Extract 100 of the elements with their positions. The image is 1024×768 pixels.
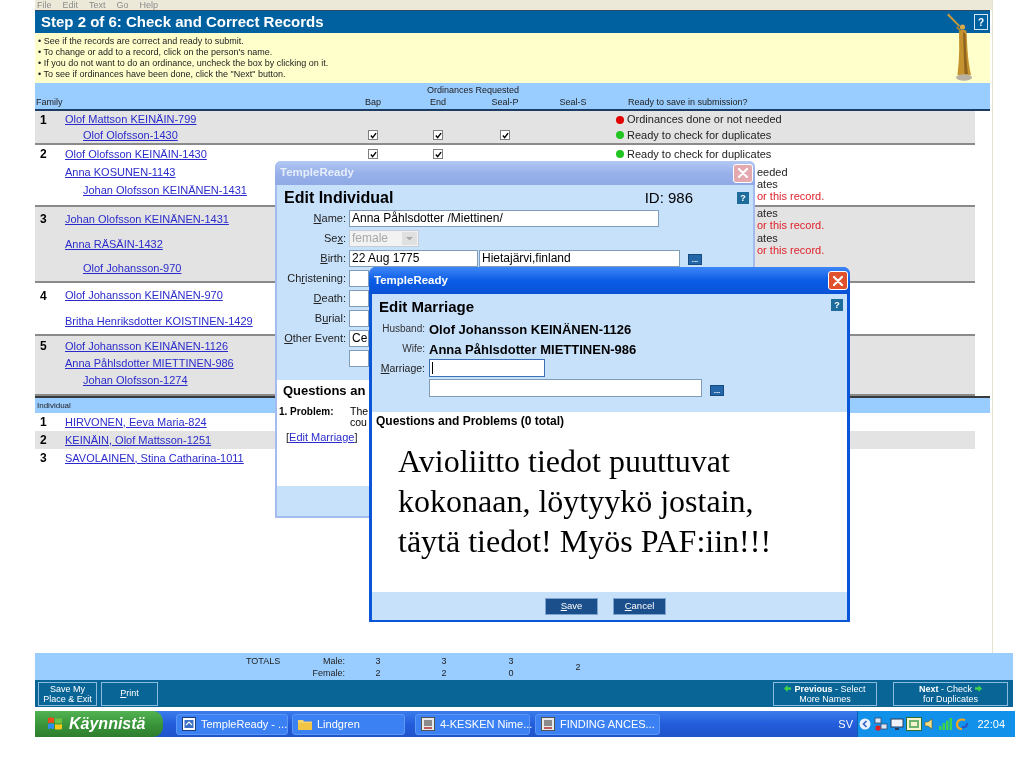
name-field[interactable]: Anna Påhlsdotter /Miettinen/	[349, 209, 659, 227]
checkmark-icon	[369, 150, 377, 158]
help-button[interactable]: ?	[974, 14, 988, 30]
previous-button[interactable]: Previous - Select More Names	[773, 681, 877, 706]
person-link[interactable]: Anna RÄSÄIN-1432	[65, 237, 163, 251]
taskbar-button[interactable]: 4-KESKEN Nime...	[415, 713, 530, 735]
chevron-icon[interactable]	[859, 718, 871, 730]
caret-down-icon	[402, 231, 417, 245]
row-number: 3	[40, 451, 47, 465]
dialog-heading: Edit Marriage	[379, 298, 475, 316]
checkmark-icon	[369, 131, 377, 139]
edit-marriage-link[interactable]: [Edit Marriage]	[286, 431, 358, 443]
monitor-icon[interactable]	[890, 717, 904, 731]
field-label: Death:	[313, 291, 346, 305]
folder-icon	[298, 718, 312, 730]
person-link[interactable]: Johan Olofsson-1274	[83, 374, 188, 387]
questions-heading: Questions an	[283, 383, 366, 399]
taskbar-button[interactable]: TempleReady - ...	[176, 713, 288, 735]
problem-label: 1. Problem:	[279, 406, 334, 419]
birth-place-field[interactable]: Hietajärvi,finland	[479, 249, 680, 267]
column-group-label: Ordinances Requested	[426, 85, 520, 96]
next-button[interactable]: Next - Check for Duplicates	[893, 681, 1008, 706]
browse-button[interactable]: ...	[710, 384, 724, 396]
field-label: Burial:	[314, 311, 346, 325]
close-button[interactable]	[828, 271, 848, 290]
app-tray-icon[interactable]	[906, 717, 922, 731]
status-text: ates	[757, 207, 779, 219]
person-link[interactable]: Olof Johansson KEINÄNEN-970	[65, 289, 223, 303]
field-label: Sex:	[323, 231, 346, 245]
event-field[interactable]	[349, 289, 369, 307]
person-link[interactable]: Johan Olofsson KEINÄNEN-1431	[65, 212, 229, 226]
checkbox[interactable]	[433, 130, 443, 141]
field-label: Wife:	[402, 343, 425, 355]
checkbox[interactable]	[368, 149, 378, 159]
checkmark-icon	[501, 131, 509, 139]
close-icon	[738, 168, 748, 178]
start-button[interactable]: Käynnistä	[35, 711, 163, 737]
event-field[interactable]	[349, 349, 369, 367]
person-link[interactable]: Olof Mattson KEINÄIN-799	[65, 113, 197, 127]
flag-icon	[47, 716, 63, 732]
column-header: Seal-S	[559, 97, 587, 108]
window-title: TempleReady	[280, 165, 354, 181]
field-label: Name:	[313, 211, 346, 225]
network-icon[interactable]	[874, 717, 888, 731]
person-link[interactable]: Britha Henriksdotter KOISTINEN-1429	[65, 314, 253, 328]
annotation-text: Avioliitto tiedot puuttuvat kokonaan, löytyykö jostain, täytä tiedot! Myös PAF:iin!!!	[398, 442, 772, 561]
taskbar-button[interactable]: FINDING ANCES...	[535, 713, 660, 735]
speaker-icon[interactable]	[924, 717, 936, 731]
document-icon	[421, 717, 435, 731]
help-button[interactable]: ?	[831, 299, 843, 311]
totals-label: TOTALS	[246, 655, 281, 667]
instruction-text: • If you do not want to do an ordinance, uncheck the box by clicking on it.	[38, 58, 329, 69]
status-text: Ready to check for duplicates	[627, 148, 772, 160]
person-link[interactable]: Olof Olofsson KEINÄIN-1430	[65, 147, 207, 161]
event-field[interactable]	[349, 309, 369, 327]
husband-name: Olof Johansson KEINÄNEN-1126	[429, 321, 632, 337]
close-icon	[833, 275, 843, 286]
help-button[interactable]: ?	[737, 192, 749, 204]
column-header: Ready to save in submission?	[628, 97, 748, 108]
person-link[interactable]: SAVOLAINEN, Stina Catharina-1011	[65, 451, 244, 465]
cancel-button[interactable]: Cancel	[613, 598, 666, 615]
checkmark-icon	[434, 150, 442, 158]
document-icon	[541, 717, 555, 731]
column-header: End	[430, 97, 446, 108]
field-label: Christening:	[287, 271, 346, 285]
checkbox[interactable]	[368, 130, 378, 141]
person-link[interactable]: Anna KOSUNEN-1143	[65, 165, 176, 179]
family-number: 3	[40, 213, 47, 226]
person-link[interactable]: Anna Påhlsdotter MIETTINEN-986	[65, 357, 234, 370]
person-link[interactable]: Olof Olofsson-1430	[83, 128, 178, 142]
family-number: 4	[40, 289, 47, 303]
app-window-icon	[182, 717, 196, 731]
total-value: 2	[441, 667, 447, 679]
row-number: 1	[40, 415, 47, 429]
print-button[interactable]: Print	[101, 681, 158, 706]
checkbox[interactable]	[500, 130, 510, 141]
marriage-date-field[interactable]	[429, 359, 545, 377]
checkmark-icon	[434, 131, 442, 139]
save-button[interactable]: Save	[545, 598, 598, 615]
event-field[interactable]: Ce	[349, 329, 369, 347]
event-field[interactable]	[349, 269, 369, 287]
person-link[interactable]: Olof Johansson-970	[83, 262, 182, 276]
row-number: 2	[40, 433, 47, 447]
taskbar-button[interactable]: Lindgren	[292, 713, 405, 735]
column-header: Family	[36, 97, 63, 108]
field-label: Husband:	[382, 323, 425, 335]
checkbox[interactable]	[433, 149, 443, 159]
problem-text: or this record.	[757, 218, 825, 231]
language-indicator[interactable]: SV	[838, 715, 853, 733]
browse-button[interactable]: ...	[688, 254, 702, 265]
person-link[interactable]: KEINÄIN, Olof Mattsson-1251	[65, 433, 212, 447]
person-link[interactable]: Johan Olofsson KEINÄNEN-1431	[83, 183, 247, 197]
problem-text: or this record.	[757, 189, 825, 202]
save-exit-button[interactable]: Save My Place & Exit	[38, 681, 97, 706]
swirl-icon[interactable]	[955, 717, 969, 731]
person-link[interactable]: Olof Johansson KEINÄNEN-1126	[65, 340, 229, 353]
marriage-place-field[interactable]	[429, 379, 702, 397]
total-value: 3	[375, 655, 381, 667]
person-link[interactable]: HIRVONEN, Eeva Maria-824	[65, 415, 207, 429]
birth-date-field[interactable]: 22 Aug 1775	[349, 249, 478, 267]
